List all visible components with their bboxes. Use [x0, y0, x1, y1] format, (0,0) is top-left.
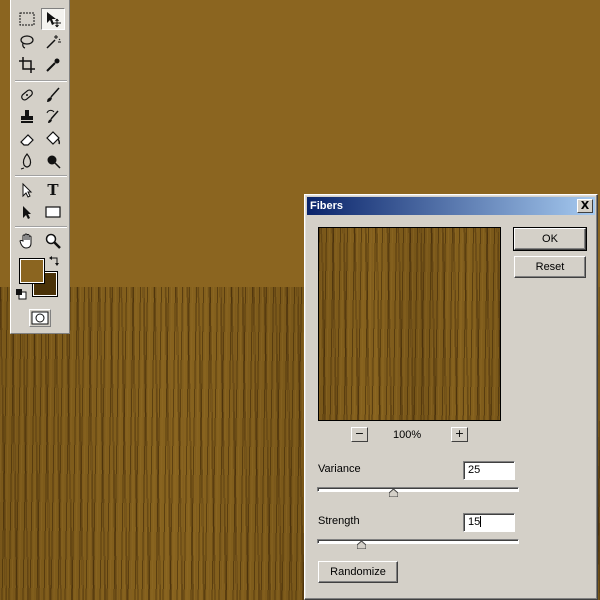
strength-slider-thumb[interactable]	[356, 540, 367, 550]
rectangular-marquee-icon[interactable]	[15, 8, 39, 30]
zoom-icon[interactable]	[41, 230, 65, 252]
close-button[interactable]: X	[577, 199, 593, 213]
dialog-title: Fibers	[310, 200, 344, 212]
randomize-button[interactable]: Randomize	[318, 561, 398, 583]
dialog-titlebar[interactable]: Fibers X	[307, 197, 595, 215]
toolbox-separator	[15, 80, 67, 82]
variance-label: Variance	[318, 463, 361, 475]
variance-slider-track[interactable]	[317, 487, 519, 492]
toolbox: T	[10, 0, 70, 334]
healing-brush-icon[interactable]	[15, 84, 39, 106]
default-colors-icon[interactable]	[15, 288, 27, 300]
move-icon[interactable]	[41, 8, 65, 30]
magic-wand-icon[interactable]	[41, 31, 65, 53]
toolbox-separator	[15, 226, 67, 228]
quick-mask-icon[interactable]	[29, 309, 51, 327]
fibers-dialog: Fibers X OK Reset − 100% + Variance 25 S…	[304, 194, 598, 600]
filter-preview[interactable]	[318, 227, 501, 421]
eraser-icon[interactable]	[15, 128, 39, 150]
strength-label: Strength	[318, 515, 360, 527]
dodge-icon[interactable]	[41, 150, 65, 172]
ok-button[interactable]: OK	[513, 227, 587, 251]
blur-icon[interactable]	[15, 150, 39, 172]
toolbox-separator	[15, 175, 67, 177]
foreground-color-swatch[interactable]	[19, 258, 45, 284]
reset-button[interactable]: Reset	[514, 256, 586, 278]
history-brush-icon[interactable]	[41, 106, 65, 128]
text-caret	[480, 516, 482, 527]
variance-slider-thumb[interactable]	[388, 488, 399, 498]
direct-selection-icon[interactable]	[15, 201, 39, 223]
rectangle-shape-icon[interactable]	[41, 201, 65, 223]
strength-slider-track[interactable]	[317, 539, 519, 544]
close-icon: X	[580, 199, 590, 212]
lasso-icon[interactable]	[15, 31, 39, 53]
swap-colors-icon[interactable]	[49, 255, 61, 267]
zoom-out-button[interactable]: −	[351, 427, 368, 442]
type-icon[interactable]: T	[41, 179, 65, 201]
zoom-in-button[interactable]: +	[451, 427, 468, 442]
path-selection-icon[interactable]	[15, 179, 39, 201]
brush-icon[interactable]	[41, 84, 65, 106]
clone-stamp-icon[interactable]	[15, 106, 39, 128]
zoom-level: 100%	[393, 429, 422, 441]
crop-icon[interactable]	[15, 54, 39, 76]
variance-input[interactable]: 25	[463, 461, 515, 480]
strength-input[interactable]: 15	[463, 513, 515, 532]
eyedropper-icon[interactable]	[41, 54, 65, 76]
paint-bucket-icon[interactable]	[41, 128, 65, 150]
hand-icon[interactable]	[15, 230, 39, 252]
